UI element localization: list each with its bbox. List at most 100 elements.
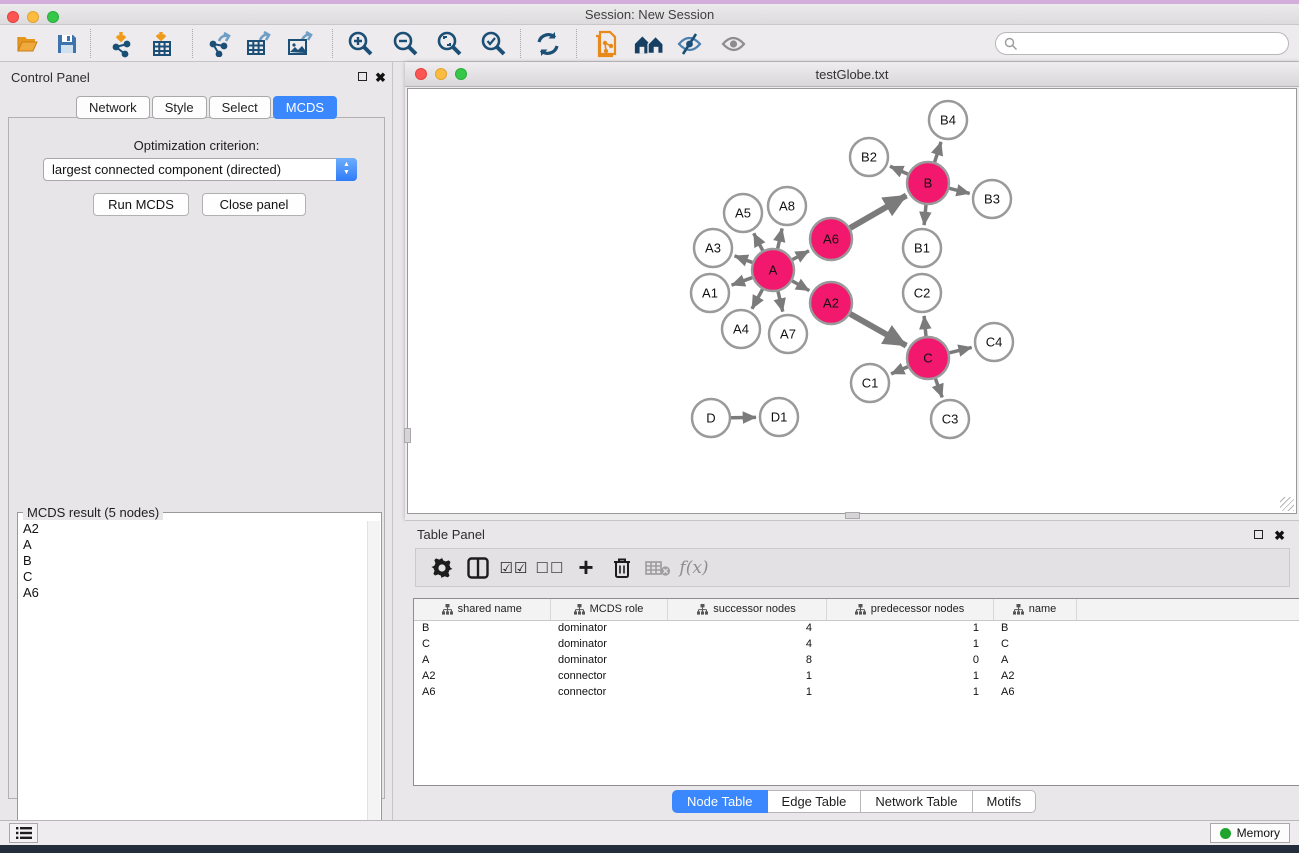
show-all-button[interactable] (718, 29, 750, 59)
edge-A-A1[interactable] (732, 278, 753, 286)
cell-name[interactable]: C (993, 636, 1076, 652)
table-row[interactable]: A2connector11A2 (414, 668, 1299, 684)
cell-successor-nodes[interactable]: 1 (667, 684, 826, 700)
cell-MCDS-role[interactable]: dominator (550, 636, 667, 652)
cell-successor-nodes[interactable]: 1 (667, 668, 826, 684)
splitter-handle-left[interactable] (404, 428, 411, 443)
cell-predecessor-nodes[interactable]: 1 (826, 668, 993, 684)
cell-name[interactable]: A2 (993, 668, 1076, 684)
node-D[interactable]: D (692, 399, 730, 437)
cell-MCDS-role[interactable]: dominator (550, 652, 667, 668)
edge-A-A7[interactable] (778, 291, 783, 311)
node-B3[interactable]: B3 (973, 180, 1011, 218)
memory-button[interactable]: Memory (1210, 823, 1290, 843)
add-column-icon[interactable]: + (568, 553, 604, 583)
edge-A-A5[interactable] (754, 233, 763, 250)
cell-MCDS-role[interactable]: connector (550, 684, 667, 700)
edge-A-A6[interactable] (792, 251, 809, 260)
node-C4[interactable]: C4 (975, 323, 1013, 361)
node-C1[interactable]: C1 (851, 364, 889, 402)
cell-predecessor-nodes[interactable]: 1 (826, 684, 993, 700)
mcds-result-item[interactable]: A6 (19, 585, 367, 601)
save-session-button[interactable] (51, 29, 83, 59)
first-neighbors-button[interactable] (633, 29, 665, 59)
deselect-all-checkboxes-icon[interactable]: ☐☐ (532, 553, 568, 583)
mcds-result-item[interactable]: B (19, 553, 367, 569)
cell-successor-nodes[interactable]: 4 (667, 636, 826, 652)
resize-grip-icon[interactable] (1280, 497, 1294, 511)
column-header-successor-nodes[interactable]: successor nodes (667, 599, 826, 620)
table-row[interactable]: Adominator80A (414, 652, 1299, 668)
cell-shared-name[interactable]: A6 (414, 684, 550, 700)
hide-selected-button[interactable] (674, 29, 706, 59)
column-header-shared-name[interactable]: shared name (414, 599, 550, 620)
edge-C-C1[interactable] (891, 367, 908, 374)
zoom-in-button[interactable] (345, 29, 377, 59)
tab-motifs[interactable]: Motifs (973, 790, 1037, 813)
node-A[interactable]: A (752, 249, 794, 291)
column-header-MCDS-role[interactable]: MCDS role (550, 599, 667, 620)
zoom-selected-button[interactable] (478, 29, 510, 59)
close-table-panel-icon[interactable]: ✖ (1274, 530, 1285, 541)
export-network-button[interactable] (203, 29, 235, 59)
edge-B-B4[interactable] (935, 142, 941, 162)
node-C3[interactable]: C3 (931, 400, 969, 438)
tab-edge-table[interactable]: Edge Table (768, 790, 862, 813)
network-minimize-button[interactable] (435, 68, 447, 80)
select-all-checkboxes-icon[interactable]: ☑☑ (496, 553, 532, 583)
column-header-predecessor-nodes[interactable]: predecessor nodes (826, 599, 993, 620)
node-A1[interactable]: A1 (691, 274, 729, 312)
node-A6[interactable]: A6 (810, 218, 852, 260)
cell-MCDS-role[interactable]: connector (550, 668, 667, 684)
network-titlebar[interactable]: testGlobe.txt (405, 62, 1299, 87)
criterion-dropdown[interactable]: largest connected component (directed) ▲… (43, 158, 357, 181)
network-canvas[interactable]: AA1A3A5A8A6A4A7A2BB2B4B3B1CC2C4C3C1DD1 (407, 88, 1297, 514)
node-A5[interactable]: A5 (724, 194, 762, 232)
minimize-window-button[interactable] (27, 11, 39, 23)
table-row[interactable]: Cdominator41C (414, 636, 1299, 652)
edge-A-A2[interactable] (792, 281, 809, 291)
edge-A-A8[interactable] (778, 228, 782, 248)
export-image-button[interactable] (284, 29, 316, 59)
edge-C-C3[interactable] (935, 379, 942, 398)
node-B[interactable]: B (907, 162, 949, 204)
cell-MCDS-role[interactable]: dominator (550, 620, 667, 636)
close-window-button[interactable] (7, 11, 19, 23)
mcds-result-item[interactable]: C (19, 569, 367, 585)
edge-B-B2[interactable] (890, 166, 908, 174)
table-row[interactable]: Bdominator41B (414, 620, 1299, 636)
node-B1[interactable]: B1 (903, 229, 941, 267)
cell-name[interactable]: A (993, 652, 1076, 668)
cell-shared-name[interactable]: A2 (414, 668, 550, 684)
node-A3[interactable]: A3 (694, 229, 732, 267)
import-table-button[interactable] (146, 29, 178, 59)
table-row[interactable]: A6connector11A6 (414, 684, 1299, 700)
search-field[interactable] (995, 32, 1289, 55)
cell-shared-name[interactable]: C (414, 636, 550, 652)
zoom-fit-button[interactable] (434, 29, 466, 59)
node-B4[interactable]: B4 (929, 101, 967, 139)
cell-predecessor-nodes[interactable]: 0 (826, 652, 993, 668)
zoom-window-button[interactable] (47, 11, 59, 23)
edge-B-B3[interactable] (949, 188, 969, 193)
node-B2[interactable]: B2 (850, 138, 888, 176)
cell-predecessor-nodes[interactable]: 1 (826, 620, 993, 636)
node-A4[interactable]: A4 (722, 310, 760, 348)
node-C[interactable]: C (907, 337, 949, 379)
node-D1[interactable]: D1 (760, 398, 798, 436)
network-zoom-button[interactable] (455, 68, 467, 80)
float-panel-icon[interactable] (358, 72, 367, 81)
tab-network-table[interactable]: Network Table (861, 790, 972, 813)
edge-C-C2[interactable] (924, 316, 926, 336)
cell-successor-nodes[interactable]: 4 (667, 620, 826, 636)
cell-shared-name[interactable]: A (414, 652, 550, 668)
splitter-handle-bottom[interactable] (845, 512, 860, 519)
edge-A2-C[interactable] (850, 314, 906, 346)
column-header-name[interactable]: name (993, 599, 1076, 620)
close-panel-icon[interactable]: ✖ (375, 72, 386, 83)
close-panel-button[interactable]: Close panel (202, 193, 306, 216)
network-close-button[interactable] (415, 68, 427, 80)
float-table-panel-icon[interactable] (1254, 530, 1263, 539)
search-input[interactable] (1018, 37, 1268, 51)
node-A8[interactable]: A8 (768, 187, 806, 225)
